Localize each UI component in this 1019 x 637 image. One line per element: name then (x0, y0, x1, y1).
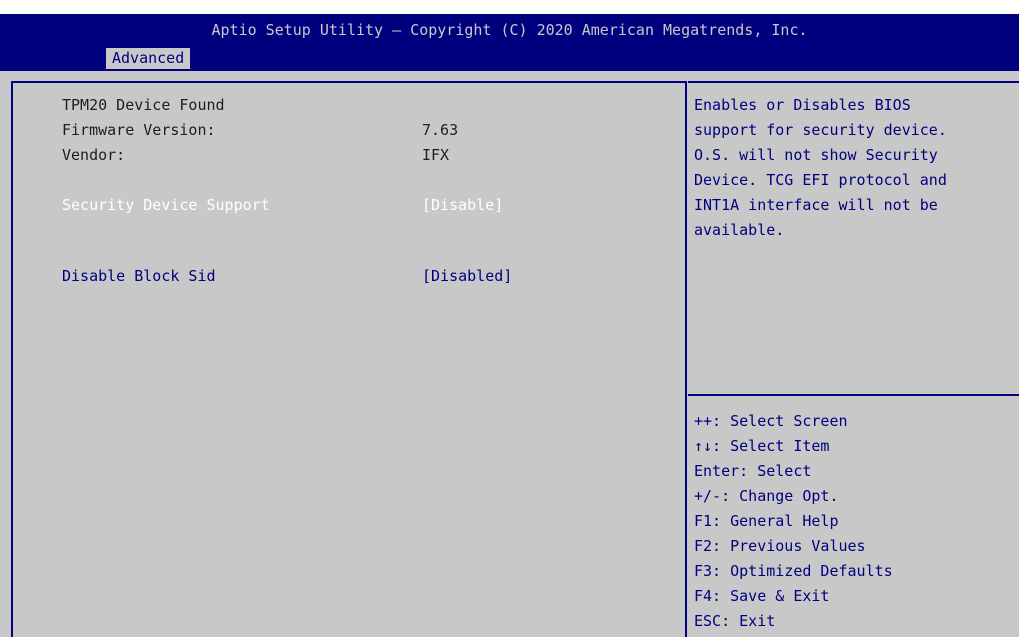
settings-panel-border (11, 81, 687, 637)
security-device-support-label[interactable]: Security Device Support (62, 196, 270, 214)
key-previous-values: F2: Previous Values (694, 537, 866, 555)
help-divider (688, 394, 1019, 396)
help-text-line: INT1A interface will not be (694, 196, 938, 214)
help-text-line: Enables or Disables BIOS (694, 96, 911, 114)
bios-screen: Aptio Setup Utility – Copyright (C) 2020… (0, 0, 1019, 637)
help-text-line: O.S. will not show Security (694, 146, 938, 164)
help-text-line: available. (694, 221, 785, 239)
title-bar: Aptio Setup Utility – Copyright (C) 2020… (0, 14, 1019, 71)
vendor-label: Vendor: (62, 146, 126, 164)
disable-block-sid-label[interactable]: Disable Block Sid (62, 267, 216, 285)
vendor-value: IFX (422, 146, 450, 164)
key-save-exit: F4: Save & Exit (694, 587, 830, 605)
help-text-line: Device. TCG EFI protocol and (694, 171, 947, 189)
firmware-version-value: 7.63 (422, 121, 459, 139)
key-select-item: ↑↓: Select Item (694, 437, 830, 455)
key-enter-select: Enter: Select (694, 462, 812, 480)
disable-block-sid-value[interactable]: [Disabled] (422, 267, 512, 285)
firmware-version-label: Firmware Version: (62, 121, 216, 139)
tab-advanced[interactable]: Advanced (106, 48, 191, 69)
security-device-support-value[interactable]: [Disable] (422, 196, 503, 214)
help-text-line: support for security device. (694, 121, 947, 139)
key-select-screen: ++: Select Screen (694, 412, 848, 430)
key-optimized-defaults: F3: Optimized Defaults (694, 562, 893, 580)
key-general-help: F1: General Help (694, 512, 839, 530)
key-esc-exit: ESC: Exit (694, 612, 776, 630)
tpm-device-found-label: TPM20 Device Found (62, 96, 225, 114)
window-title: Aptio Setup Utility – Copyright (C) 2020… (211, 21, 808, 39)
key-change-opt: +/-: Change Opt. (694, 487, 839, 505)
